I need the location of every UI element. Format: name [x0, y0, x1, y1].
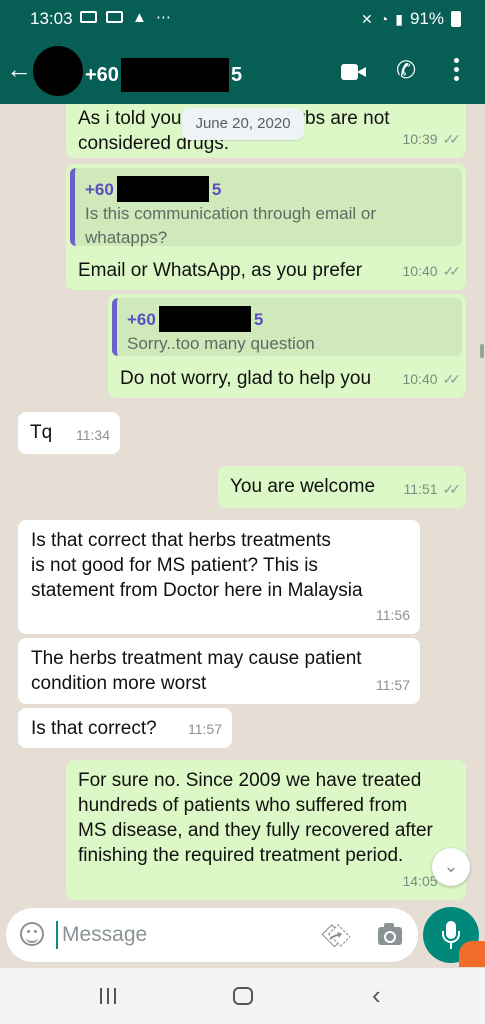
message-time: 11:56: [376, 607, 410, 623]
read-ticks-icon: ✓✓: [442, 371, 462, 387]
message-text: Do not worry, glad to help you: [120, 368, 372, 389]
incoming-message[interactable]: Is that correct that herbs treatments is…: [18, 520, 420, 634]
status-bar: 13:03 ▲ ⋯ ✕ ◔ ▮ 91%: [0, 0, 485, 38]
signal-icon: ▮: [395, 10, 403, 27]
read-ticks-icon: ✓✓: [442, 481, 462, 497]
message-text: For sure no. Since 2009 we have treated …: [78, 770, 433, 866]
message-meta: 10:39 ✓✓: [402, 127, 462, 152]
quoted-sender: +60 5: [127, 306, 263, 332]
message-time: 11:57: [188, 721, 222, 737]
message-meta: 10:40 ✓✓: [402, 259, 462, 284]
quoted-message[interactable]: +60 5 Is this communication through emai…: [70, 168, 462, 247]
attach-icon[interactable]: ⎘: [318, 917, 355, 954]
system-navigation-bar: ‹: [0, 968, 485, 1024]
incoming-message[interactable]: The herbs treatment may cause patient co…: [18, 638, 420, 704]
message-time: 10:40: [402, 371, 438, 387]
message-time: 11:34: [76, 427, 110, 443]
scroll-thumb[interactable]: [480, 344, 484, 358]
quoted-sender-prefix: +60: [127, 309, 156, 329]
outgoing-message[interactable]: +60 5 Sorry..too many question Do not wo…: [108, 294, 466, 398]
chat-header: ← +60 5 ✆: [0, 38, 485, 104]
cast-icon: [80, 11, 97, 23]
read-ticks-icon: ✓✓: [442, 131, 462, 147]
more-options-icon[interactable]: [454, 58, 460, 88]
quoted-sender-suffix: 5: [253, 309, 264, 329]
message-time: 10:39: [402, 131, 438, 147]
video-call-icon[interactable]: [341, 64, 367, 80]
warning-icon: ▲: [132, 8, 147, 26]
wifi-icon: ◔: [379, 11, 389, 27]
message-time: 14:05: [402, 873, 438, 889]
outgoing-message[interactable]: You are welcome 11:51 ✓✓: [218, 466, 466, 508]
quoted-message[interactable]: +60 5 Sorry..too many question: [112, 298, 462, 356]
quoted-sender: +60 5: [85, 176, 221, 202]
mic-icon-foot: [450, 943, 452, 949]
recent-apps-icon[interactable]: [100, 988, 116, 1004]
contact-name[interactable]: +60 5: [85, 58, 242, 92]
outgoing-message[interactable]: For sure no. Since 2009 we have treated …: [66, 760, 466, 900]
gallery-icon: [106, 11, 123, 23]
message-text: Email or WhatsApp, as you prefer: [78, 260, 363, 281]
home-icon[interactable]: [233, 987, 253, 1005]
status-notification-icons: ▲ ⋯: [80, 8, 171, 26]
incoming-message[interactable]: Is that correct? 11:57: [18, 708, 232, 748]
message-time: 10:40: [402, 263, 438, 279]
contact-name-prefix: +60: [85, 63, 119, 86]
message-text: Is that correct?: [31, 718, 157, 739]
quoted-text: Sorry..too many question: [127, 334, 315, 353]
quoted-sender-prefix: +60: [85, 179, 114, 199]
message-text: Is that correct that herbs treatments is…: [31, 530, 363, 601]
mic-icon-stand: [442, 931, 460, 943]
scroll-down-chevron-icon[interactable]: ⌄: [432, 848, 470, 886]
redaction-bar: [116, 176, 209, 202]
redaction-bar: [120, 58, 229, 92]
message-meta: 10:40 ✓✓: [402, 367, 462, 392]
status-time: 13:03: [30, 9, 73, 28]
read-ticks-icon: ✓✓: [442, 263, 462, 279]
outgoing-message[interactable]: +60 5 Is this communication through emai…: [66, 164, 466, 290]
battery-icon: [451, 11, 461, 27]
message-time: 11:57: [376, 677, 410, 693]
message-composer: ⎘: [6, 908, 418, 962]
back-arrow-icon[interactable]: ←: [6, 54, 32, 84]
message-text: Tq: [30, 422, 53, 443]
date-chip: June 20, 2020: [182, 108, 304, 140]
quoted-text: Is this communication through email or w…: [85, 204, 377, 247]
incoming-message[interactable]: Tq 11:34: [18, 412, 120, 454]
message-text: The herbs treatment may cause patient co…: [31, 648, 362, 694]
chat-area[interactable]: As i told you, medicinal herbs are not c…: [0, 104, 485, 904]
contact-avatar[interactable]: [33, 46, 83, 96]
more-notifications-icon: ⋯: [155, 9, 171, 26]
message-time: 11:51: [403, 481, 438, 497]
camera-icon[interactable]: [378, 923, 402, 945]
redaction-bar: [158, 306, 251, 332]
quoted-sender-suffix: 5: [211, 179, 222, 199]
message-meta: 11:51 ✓✓: [403, 477, 462, 502]
battery-level: 91%: [409, 9, 444, 28]
contact-name-suffix: 5: [230, 63, 243, 86]
nav-back-icon[interactable]: ‹: [372, 980, 381, 1011]
message-text: You are welcome: [230, 476, 376, 497]
phone-icon[interactable]: ✆: [396, 56, 416, 86]
floating-app-badge-icon[interactable]: [459, 941, 485, 967]
status-system-icons: ✕ ◔ ▮ 91%: [361, 9, 461, 29]
text-cursor: [56, 921, 58, 949]
mute-icon: ✕: [361, 10, 373, 27]
message-input[interactable]: [62, 920, 302, 950]
